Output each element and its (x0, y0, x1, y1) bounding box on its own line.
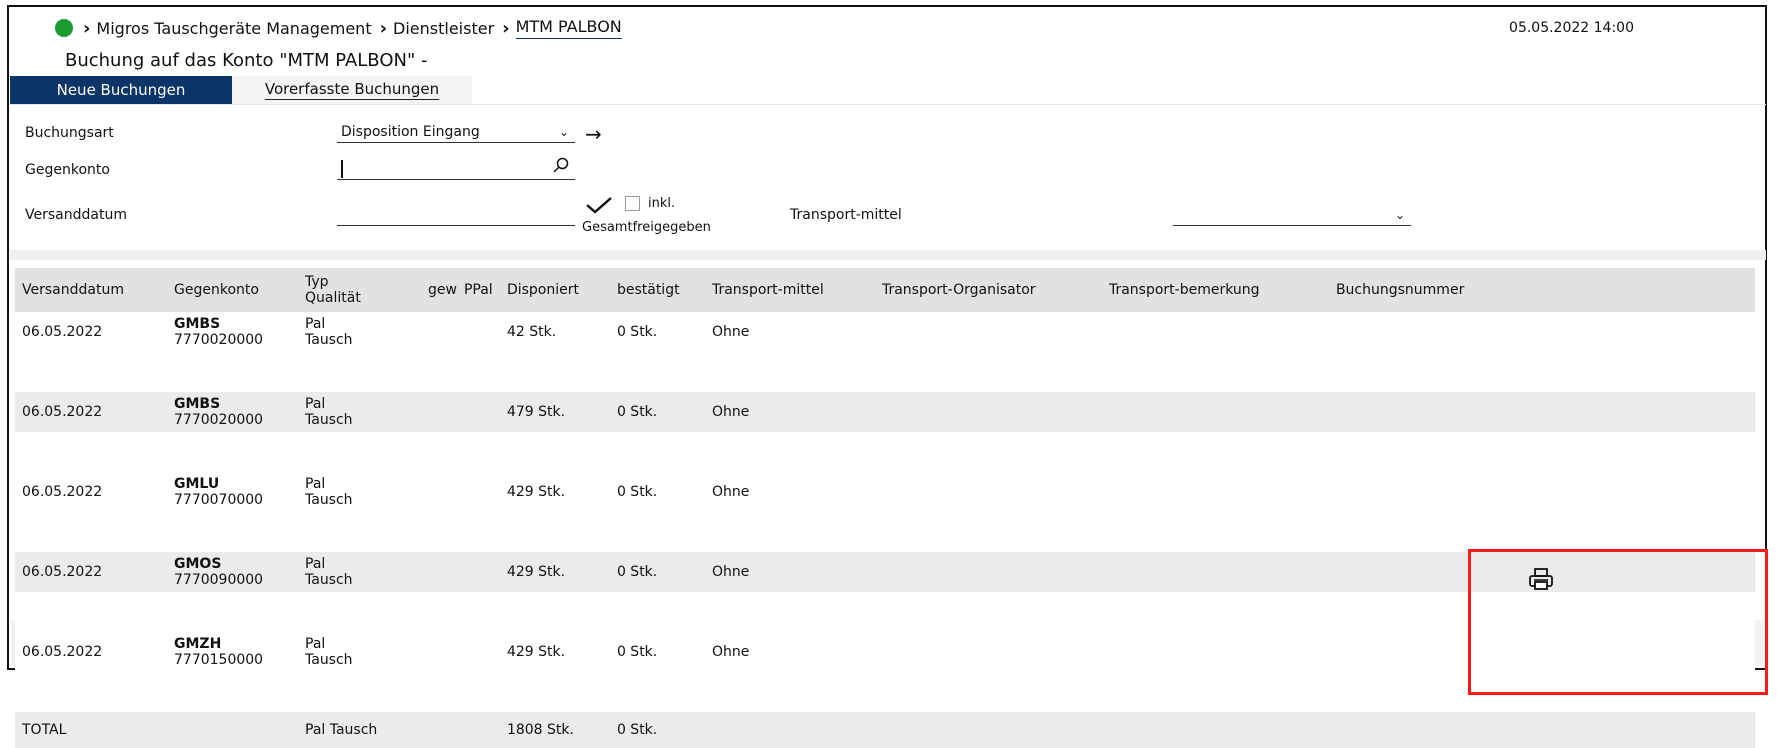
transportmittel-select[interactable]: ⌄ (1173, 204, 1411, 226)
buchungsart-value: Disposition Eingang (341, 123, 480, 140)
inkl-label: inkl. (648, 196, 676, 211)
chevron-right-icon: › (83, 17, 91, 39)
gesamtfreigegeben-label: Gesamtfreigegeben (582, 220, 711, 235)
tab-neue-buchungen[interactable]: Neue Buchungen (10, 76, 232, 104)
chevron-right-icon: › (379, 17, 388, 39)
inkl-checkbox[interactable] (625, 196, 640, 211)
versanddatum-input[interactable] (337, 204, 575, 226)
breadcrumb: › Migros Tauschgeräte Management › Diens… (55, 16, 622, 40)
col-organisator[interactable]: Transport-Organisator (875, 268, 1102, 312)
green-status-dot-icon (55, 19, 73, 37)
col-gegenkonto[interactable]: Gegenkonto (167, 268, 298, 312)
col-ppal[interactable]: PPal (457, 268, 500, 312)
tab-label: Vorerfasste Buchungen (264, 80, 440, 100)
table-header-row: Versanddatum Gegenkonto Typ Qualität gew … (15, 268, 1755, 312)
col-typ[interactable]: Typ Qualität (298, 268, 421, 312)
col-bestaetigt[interactable]: bestätigt (610, 268, 705, 312)
chevron-down-icon: ⌄ (558, 124, 569, 139)
col-buchungsnummer[interactable]: Buchungsnummer (1329, 268, 1755, 312)
gegenkonto-label: Gegenkonto (25, 162, 110, 178)
section-divider (10, 250, 1766, 260)
transportmittel-label: Transport-mittel (790, 207, 902, 223)
chevron-right-icon: › (502, 17, 510, 39)
tab-vorerfasste-buchungen[interactable]: Vorerfasste Buchungen (232, 76, 472, 104)
page-title: Buchung auf das Konto "MTM PALBON" - (65, 50, 428, 71)
datetime-display: 05.05.2022 14:00 (1509, 20, 1634, 36)
col-transportmittel[interactable]: Transport-mittel (705, 268, 875, 312)
search-icon[interactable] (553, 157, 569, 177)
versanddatum-label: Versanddatum (25, 207, 127, 223)
col-versanddatum[interactable]: Versanddatum (15, 268, 167, 312)
chevron-down-icon: ⌄ (1394, 207, 1405, 222)
checkmark-icon[interactable] (585, 196, 613, 218)
col-disponiert[interactable]: Disponiert (500, 268, 610, 312)
printer-icon[interactable] (1528, 567, 1554, 591)
buchungsart-select[interactable]: Disposition Eingang ⌄ (337, 121, 575, 143)
text-caret (341, 160, 343, 178)
gegenkonto-input[interactable] (337, 158, 575, 180)
breadcrumb-dienstleister[interactable]: Dienstleister (393, 19, 494, 38)
table-row[interactable]: 06.05.2022 GMBS 7770020000 Pal Tausch 479 … (15, 392, 1755, 432)
table-total-row: TOTAL Pal Tausch 1808 Stk. 0 Stk. (15, 712, 1755, 748)
col-bemerkung[interactable]: Transport-bemerkung (1102, 268, 1329, 312)
arrow-right-icon[interactable]: → (585, 122, 602, 146)
breadcrumb-current[interactable]: MTM PALBON (515, 17, 622, 39)
table-row[interactable]: 06.05.2022 GMLU 7770070000 Pal Tausch 429 … (15, 472, 1755, 512)
print-highlight-box (1468, 549, 1768, 695)
breadcrumb-root[interactable]: Migros Tauschgeräte Management (96, 19, 371, 38)
table-row[interactable]: 06.05.2022 GMBS 7770020000 Pal Tausch 42 S… (15, 312, 1755, 352)
col-gew[interactable]: gew (421, 268, 457, 312)
tab-bar: Neue Buchungen Vorerfasste Buchungen (10, 76, 1766, 105)
buchungsart-label: Buchungsart (25, 125, 114, 141)
tab-label: Neue Buchungen (56, 81, 186, 99)
